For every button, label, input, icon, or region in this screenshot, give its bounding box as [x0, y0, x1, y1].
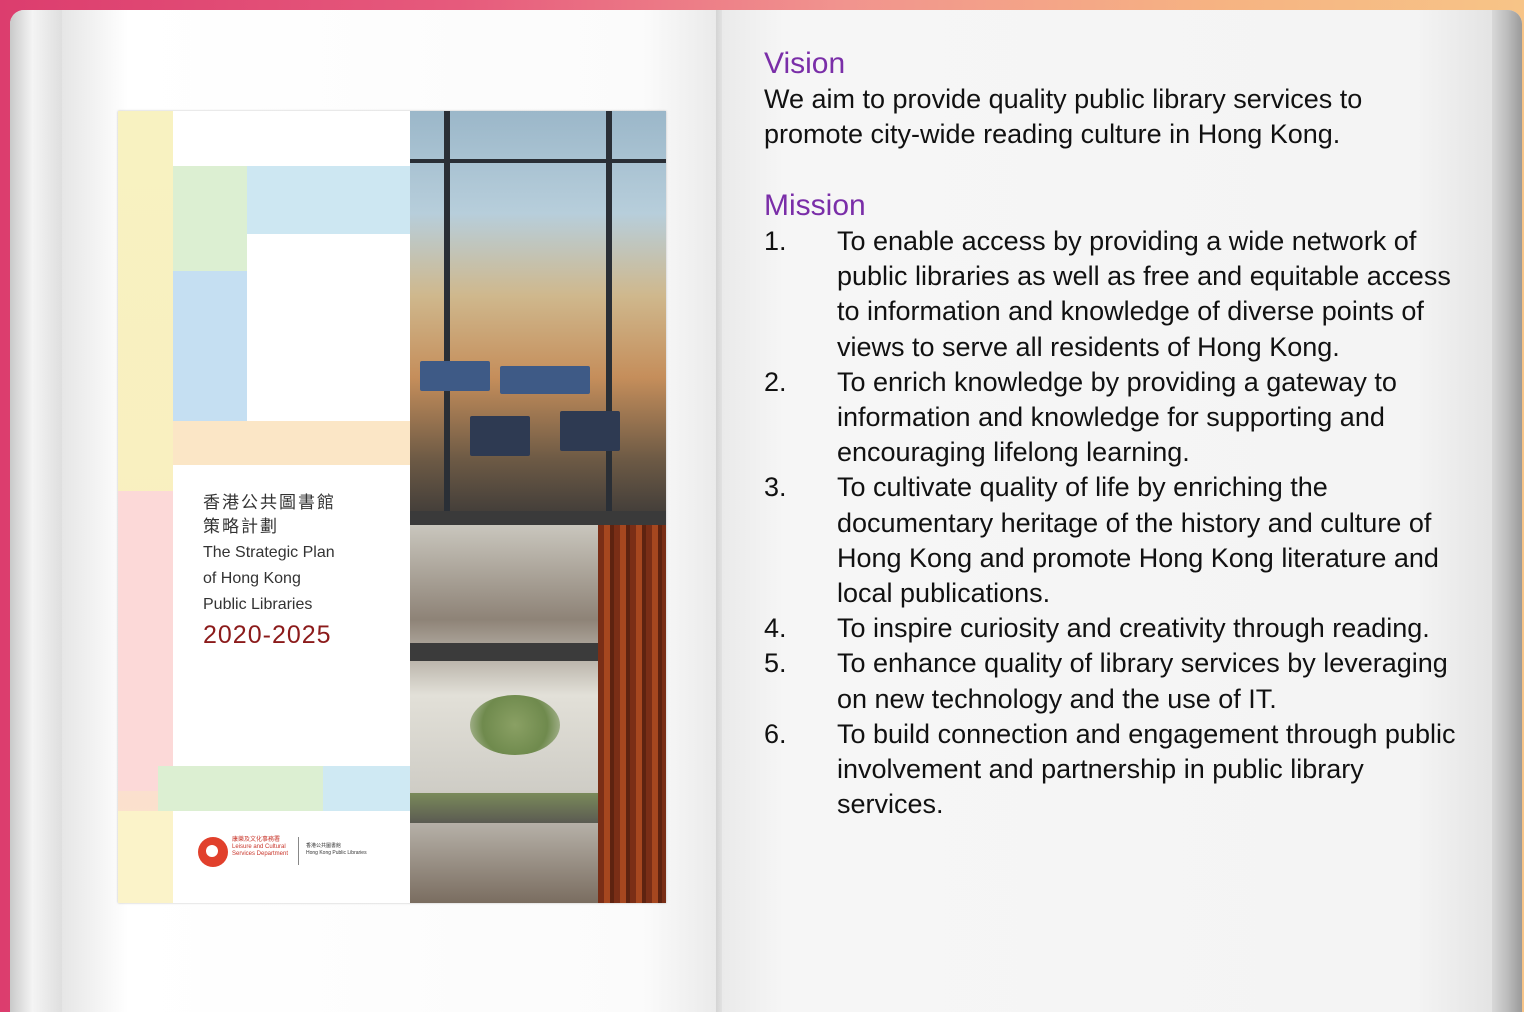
- mission-item: 2. To enrich knowledge by providing a gat…: [764, 365, 1464, 471]
- mission-item-text: To inspire curiosity and creativity thro…: [837, 613, 1430, 644]
- book-edge-right: [1492, 10, 1522, 1012]
- cover-color-block: [118, 491, 173, 791]
- cover-logos: 康樂及文化事務署 Leisure and Cultural Services D…: [198, 835, 408, 875]
- mission-item-text: To build connection and engagement throu…: [837, 718, 1456, 820]
- mission-item: 3. To cultivate quality of life by enrich…: [764, 470, 1464, 611]
- cover-title-zh-line1: 香港公共圖書館: [203, 493, 336, 512]
- mission-item-number: 5.: [764, 648, 787, 679]
- mission-item-number: 6.: [764, 718, 787, 749]
- cover-title-zh-line2: 策略計劃: [203, 517, 279, 536]
- tree-shape: [470, 695, 560, 755]
- window-frame: [410, 159, 666, 163]
- mission-item-number: 3.: [764, 472, 787, 503]
- cover-title-en-line3: Public Libraries: [203, 596, 313, 613]
- mission-item-number: 4.: [764, 613, 787, 644]
- library-interior-photo: [410, 111, 666, 521]
- mission-item-number: 2.: [764, 366, 787, 397]
- vision-text-line2: promote city-wide reading culture in Hon…: [764, 119, 1341, 149]
- mission-item-text: To enable access by providing a wide net…: [837, 226, 1451, 362]
- mission-item: 1. To enable access by providing a wide n…: [764, 224, 1464, 365]
- cover-years: 2020-2025: [203, 621, 332, 649]
- desk-shape: [500, 366, 590, 394]
- mission-heading: Mission: [764, 189, 866, 222]
- cover-color-block: [158, 766, 323, 811]
- library-atrium-photo: [410, 525, 666, 903]
- cover-title-en-line2: of Hong Kong: [203, 570, 301, 587]
- desk-shape: [560, 411, 620, 451]
- cover-color-block: [173, 271, 247, 431]
- hkpl-logo-zh: 香港公共圖書館: [306, 843, 342, 849]
- hkpl-logo-text: 香港公共圖書館 Hong Kong Public Libraries: [306, 843, 396, 857]
- lcsd-logo-en: Leisure and Cultural Services Department: [232, 844, 289, 857]
- window-frame: [444, 111, 450, 521]
- cover-title-en-line1: The Strategic Plan: [203, 544, 335, 561]
- lcsd-logo-icon: [198, 837, 228, 867]
- planter-shape: [410, 793, 598, 823]
- vision-text-line1: We aim to provide quality public library…: [764, 84, 1363, 114]
- cover-color-block: [323, 766, 410, 811]
- cover-color-block: [173, 421, 410, 465]
- lcsd-logo-zh: 康樂及文化事務署: [232, 837, 281, 843]
- vision-text: We aim to provide quality public library…: [764, 82, 1464, 152]
- wood-panels: [598, 525, 666, 903]
- mission-item: 4. To inspire curiosity and creativity th…: [764, 611, 1464, 646]
- strategic-plan-cover: 香港公共圖書館 策略計劃 The Strategic Plan of Hong …: [118, 111, 666, 903]
- lcsd-logo-text: 康樂及文化事務署 Leisure and Cultural Services D…: [232, 837, 296, 858]
- mission-item-text: To cultivate quality of life by enrichin…: [837, 472, 1439, 609]
- vision-mission-text: Vision We aim to provide quality public …: [764, 46, 1464, 822]
- cover-color-block: [118, 811, 173, 903]
- desk-shape: [420, 361, 490, 391]
- mission-item: 5. To enhance quality of library services…: [764, 646, 1464, 716]
- logo-divider: [298, 837, 299, 865]
- desk-shape: [470, 416, 530, 456]
- hkpl-logo-en: Hong Kong Public Libraries: [306, 850, 367, 856]
- window-frame: [606, 111, 612, 521]
- mission-item: 6. To build connection and engagement thr…: [764, 717, 1464, 823]
- mission-item-text: To enrich knowledge by providing a gatew…: [837, 366, 1397, 468]
- mission-item-text: To enhance quality of library services b…: [837, 648, 1448, 714]
- book-spine-left: [10, 10, 66, 1012]
- mission-list: 1. To enable access by providing a wide n…: [764, 224, 1464, 822]
- cover-title: 香港公共圖書館 策略計劃 The Strategic Plan of Hong …: [203, 491, 403, 650]
- photo-divider: [410, 511, 666, 525]
- mission-item-number: 1.: [764, 226, 787, 256]
- vision-heading: Vision: [764, 47, 846, 80]
- floor-ledge: [410, 643, 598, 661]
